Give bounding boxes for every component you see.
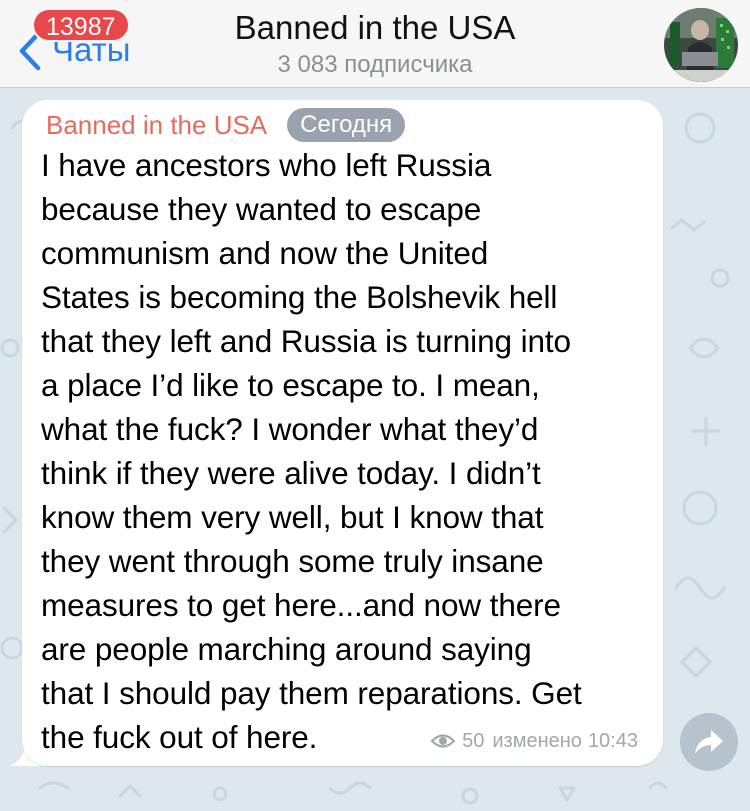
share-button[interactable] [680,713,738,771]
share-arrow-icon [695,730,723,754]
date-separator: Сегодня [287,108,406,142]
message-bubble[interactable]: Banned in the USA Сегодня I have ancesto… [22,100,663,766]
avatar-image [664,8,738,82]
channel-avatar[interactable] [664,8,738,82]
message-meta: 50 изменено 10:43 [430,728,638,754]
sender-name[interactable]: Banned in the USA [46,110,267,140]
subscriber-count: 3 083 подписчика [277,51,473,78]
edited-label: изменено [492,730,582,752]
channel-title: Banned in the USA [234,9,516,46]
message-header: Banned in the USA Сегодня [46,108,406,142]
view-count: 50 [462,730,485,752]
back-button[interactable]: Чаты 13987 [10,8,150,78]
channel-info[interactable]: Banned in the USA 3 083 подписчика [150,8,600,80]
eye-icon [430,734,456,748]
unread-badge: 13987 [32,8,130,42]
chat-header: Чаты 13987 Banned in the USA 3 083 подпи… [0,0,750,88]
message-text: I have ancestors who left Russia because… [41,147,582,755]
message-time: 10:43 [587,730,638,752]
